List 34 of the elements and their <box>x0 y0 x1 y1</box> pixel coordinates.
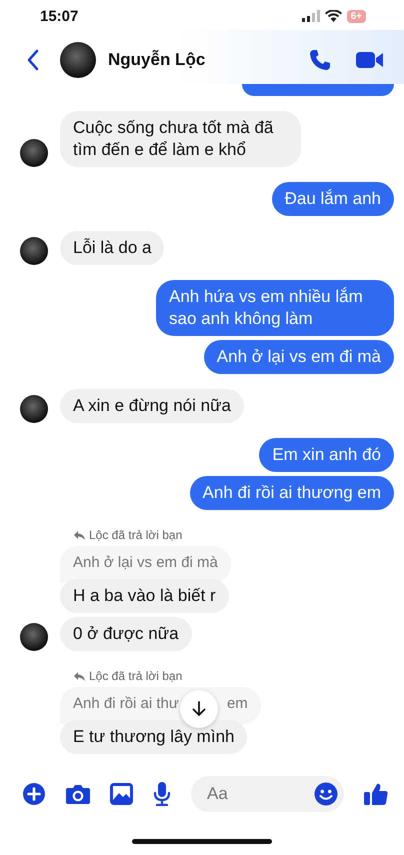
message-bubble: Lỗi là do a <box>60 231 164 265</box>
avatar[interactable] <box>60 42 96 78</box>
back-icon[interactable] <box>26 49 40 71</box>
message-field[interactable]: Aa <box>191 776 344 812</box>
message-bubble: Anh đi rồi ai thương em <box>190 476 394 510</box>
microphone-icon[interactable] <box>153 782 171 806</box>
message-bubble: Anh ở lại vs em đi mà <box>204 340 394 374</box>
message-bubble: A xin e đừng nói nữa <box>60 389 244 423</box>
message-bubble: Cuộc sống chưa tốt mà đã tìm đến e để làm e khổ <box>60 111 301 167</box>
camera-icon[interactable] <box>66 783 90 805</box>
message-input[interactable]: Aa <box>205 783 314 805</box>
message-bubble: 0 ở được nữa <box>60 617 192 651</box>
thumbs-up-icon[interactable] <box>364 782 388 806</box>
reply-caption: Lộc đã trả lời bạn <box>89 528 182 542</box>
image-icon[interactable] <box>110 783 133 805</box>
message-bubble: Đau lắm anh <box>272 182 394 216</box>
message-bubble: H a ba vào là biết r <box>60 579 229 613</box>
message-bubble: Em xin anh đó <box>259 438 394 472</box>
video-camera-icon[interactable] <box>356 50 384 70</box>
signal-icon <box>302 10 320 22</box>
clock-time: 15:07 <box>40 8 78 24</box>
down-arrow-icon <box>192 701 206 717</box>
contact-name[interactable]: Nguyễn Lộc <box>108 50 206 70</box>
reply-icon <box>74 672 85 680</box>
quoted-message: Anh ở lại vs em đi mà <box>60 546 231 583</box>
message-bubble: Anh hứa vs em nhiều lắm sao anh không làm <box>156 280 394 336</box>
reply-icon <box>74 530 85 540</box>
smiley-icon[interactable] <box>314 782 338 806</box>
reply-caption: Lộc đã trả lời bạn <box>89 669 182 683</box>
plus-icon[interactable] <box>22 782 46 806</box>
battery-level: 6+ <box>346 10 366 22</box>
phone-icon[interactable] <box>308 48 332 72</box>
message-bubble: E tư thương lây mình <box>60 720 248 754</box>
wifi-icon <box>324 10 342 22</box>
